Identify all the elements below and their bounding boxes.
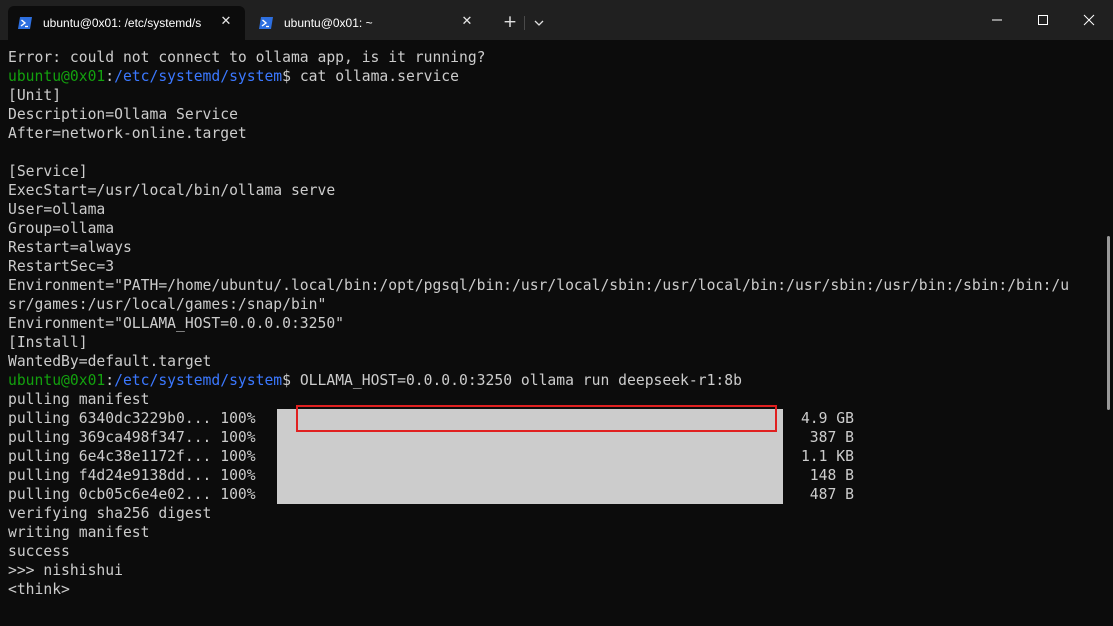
pull-progress-row: pulling f4d24e9138dd... 100% 148 B (8, 466, 1098, 485)
close-icon[interactable] (1066, 0, 1112, 40)
output-line: [Unit] (8, 87, 62, 104)
scrollbar-thumb[interactable] (1107, 236, 1110, 410)
prompt-user: ubuntu@0x01 (8, 68, 106, 85)
close-tab-icon[interactable]: ✕ (460, 15, 474, 29)
command-text: OLLAMA_HOST=0.0.0.0:3250 ollama run deep… (290, 372, 742, 389)
command-text: cat ollama.service (290, 68, 459, 85)
progress-bar (277, 466, 783, 485)
output-line: Restart=always (8, 239, 132, 256)
powershell-icon (18, 17, 32, 29)
prompt-user: ubuntu@0x01 (8, 372, 106, 389)
output-line: Description=Ollama Service (8, 106, 238, 123)
title-bar: ubuntu@0x01: /etc/systemd/s ✕ ubuntu@0x0… (0, 0, 1113, 40)
output-line: After=network-online.target (8, 125, 247, 142)
tab-home[interactable]: ubuntu@0x01: ~ ✕ (249, 6, 486, 40)
output-line: pulling manifest (8, 391, 150, 408)
powershell-icon (259, 17, 273, 29)
chevron-down-icon[interactable] (530, 14, 548, 32)
pull-size: 1.1 KB (800, 448, 854, 465)
output-line: Environment="OLLAMA_HOST=0.0.0.0:3250" (8, 315, 345, 332)
output-line: RestartSec=3 (8, 258, 115, 275)
prompt-path: /etc/systemd/system (114, 68, 283, 85)
pull-label: pulling 0cb05c6e4e02... 100% (8, 486, 256, 503)
prompt-symbol: $ (282, 372, 291, 389)
prompt-symbol: $ (282, 68, 291, 85)
output-line: ExecStart=/usr/local/bin/ollama serve (8, 182, 336, 199)
prompt-line: ubuntu@0x01:/etc/systemd/system$ OLLAMA_… (8, 371, 1098, 390)
progress-bar (277, 485, 783, 504)
output-line: success (8, 543, 70, 560)
pull-size: 4.9 GB (800, 410, 854, 427)
prompt-colon: : (105, 68, 115, 85)
progress-bar (277, 409, 783, 428)
tab-systemd[interactable]: ubuntu@0x01: /etc/systemd/s ✕ (8, 6, 245, 40)
output-line: Group=ollama (8, 220, 115, 237)
pull-progress-row: pulling 6e4c38e1172f... 100% 1.1 KB (8, 447, 1098, 466)
pull-progress-row: pulling 0cb05c6e4e02... 100% 487 B (8, 485, 1098, 504)
terminal-output: Error: could not connect to ollama app, … (8, 48, 1098, 599)
output-line: User=ollama (8, 201, 106, 218)
tab-title: ubuntu@0x01: /etc/systemd/s (43, 16, 202, 30)
pull-label: pulling f4d24e9138dd... 100% (8, 467, 256, 484)
pull-label: pulling 369ca498f347... 100% (8, 429, 256, 446)
progress-bar (277, 428, 783, 447)
output-line: >>> nishishui (8, 562, 123, 579)
new-tab-button[interactable]: + (500, 13, 520, 33)
pull-progress-row: pulling 6340dc3229b0... 100% 4.9 GB (8, 409, 1098, 428)
pull-size: 148 B (809, 467, 854, 484)
progress-bar (277, 447, 783, 466)
terminal-window: ubuntu@0x01: /etc/systemd/s ✕ ubuntu@0x0… (0, 0, 1113, 626)
terminal-area[interactable]: Error: could not connect to ollama app, … (0, 40, 1113, 626)
output-line: [Install] (8, 334, 88, 351)
pull-size: 387 B (809, 429, 854, 446)
output-line: verifying sha256 digest (8, 505, 212, 522)
prompt-path: /etc/systemd/system (114, 372, 283, 389)
pull-label: pulling 6e4c38e1172f... 100% (8, 448, 256, 465)
close-tab-icon[interactable]: ✕ (219, 15, 233, 29)
minimize-icon[interactable] (974, 0, 1020, 40)
error-line: Error: could not connect to ollama app, … (8, 49, 486, 66)
prompt-colon: : (105, 372, 115, 389)
output-line: WantedBy=default.target (8, 353, 212, 370)
pull-progress-row: pulling 369ca498f347... 100% 387 B (8, 428, 1098, 447)
pull-size: 487 B (809, 486, 854, 503)
maximize-icon[interactable] (1020, 0, 1066, 40)
tab-title: ubuntu@0x01: ~ (284, 16, 373, 30)
output-line: sr/games:/usr/local/games:/snap/bin" (8, 296, 327, 313)
tab-divider (524, 16, 525, 30)
prompt-line: ubuntu@0x01:/etc/systemd/system$ cat oll… (8, 67, 1098, 86)
output-line: <think> (8, 581, 70, 598)
output-line: [Service] (8, 163, 88, 180)
pull-label: pulling 6340dc3229b0... 100% (8, 410, 256, 427)
output-line: writing manifest (8, 524, 150, 541)
output-line: Environment="PATH=/home/ubuntu/.local/bi… (8, 277, 1070, 294)
